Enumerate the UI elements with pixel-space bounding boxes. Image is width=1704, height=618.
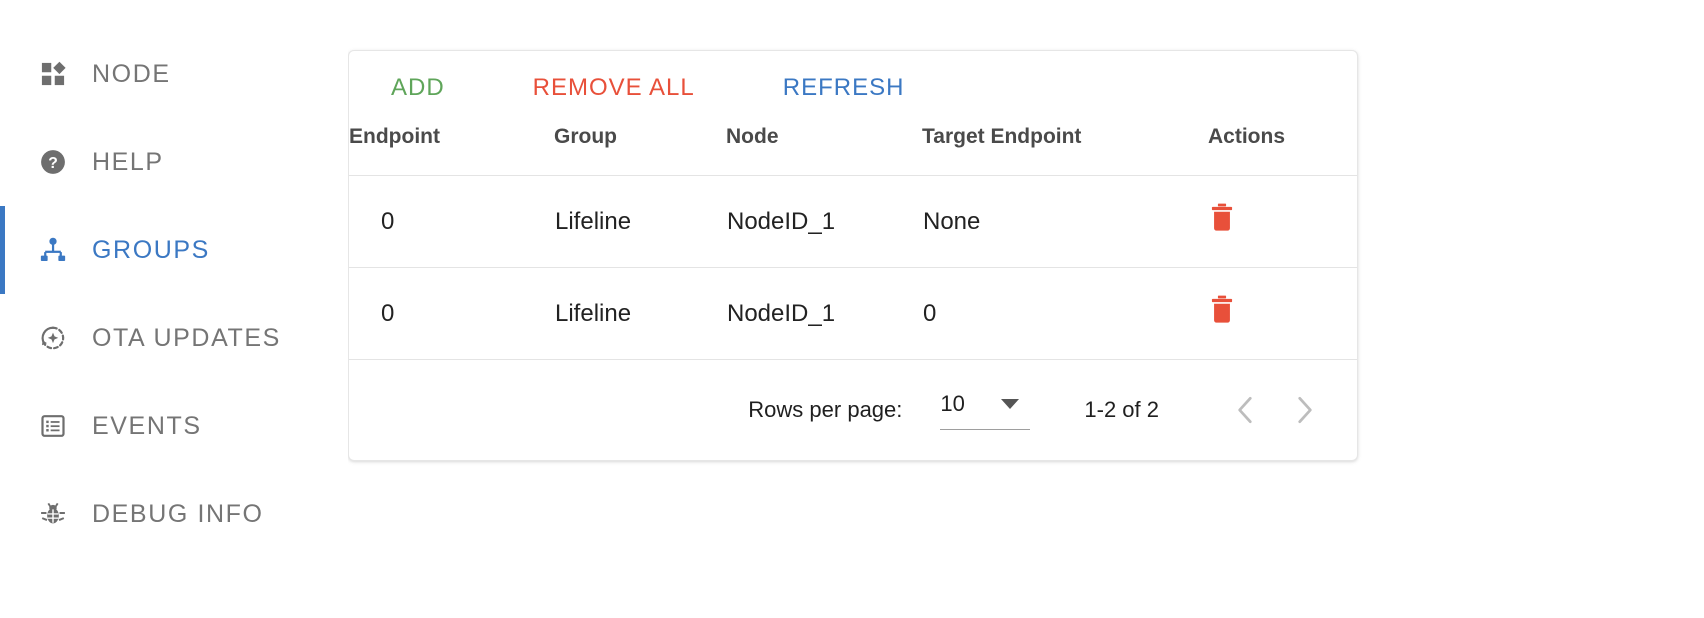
chevron-left-icon <box>1233 396 1259 430</box>
delete-icon <box>1209 295 1235 328</box>
table-paginator: Rows per page: 10 1-2 of 2 <box>349 360 1357 460</box>
table-row[interactable]: 0 Lifeline NodeID_1 None <box>349 175 1357 268</box>
rows-per-page-value: 10 <box>940 390 965 416</box>
previous-page-button[interactable] <box>1217 393 1275 427</box>
cell-target-endpoint: None <box>922 175 1208 268</box>
rows-per-page-select[interactable]: 10 <box>940 390 1031 430</box>
delete-row-button[interactable] <box>1209 295 1235 325</box>
cell-group: Lifeline <box>554 175 726 268</box>
cell-endpoint: 0 <box>349 267 554 360</box>
groups-table-card: ADD REMOVE ALL REFRESH Endpoint Group No… <box>348 50 1358 461</box>
table-head: Endpoint Group Node Target Endpoint Acti… <box>349 125 1357 176</box>
next-page-button[interactable] <box>1275 393 1333 427</box>
sidebar-item-events[interactable]: EVENTS <box>0 382 348 470</box>
cell-node: NodeID_1 <box>726 175 922 268</box>
sidebar-item-label: NODE <box>92 59 171 88</box>
list-alt-icon <box>38 411 68 441</box>
update-icon <box>38 323 68 353</box>
sidebar-item-node[interactable]: NODE <box>0 30 348 118</box>
account-tree-icon <box>38 235 68 265</box>
sidebar-item-ota-updates[interactable]: OTA UPDATES <box>0 294 348 382</box>
rows-per-page-label: Rows per page: <box>748 397 903 422</box>
cell-actions <box>1208 267 1357 360</box>
chevron-down-icon <box>1000 398 1019 409</box>
column-header-group: Group <box>554 125 726 176</box>
sidebar-item-debug-info[interactable]: DEBUG INFO <box>0 470 348 558</box>
sidebar-item-groups[interactable]: GROUPS <box>0 206 348 294</box>
cell-endpoint: 0 <box>349 175 554 268</box>
page-range-label: 1-2 of 2 <box>1084 397 1159 422</box>
refresh-button[interactable]: REFRESH <box>773 68 915 108</box>
sidebar-item-label: DEBUG INFO <box>92 499 264 528</box>
column-header-endpoint: Endpoint <box>349 125 554 176</box>
sidebar-item-label: HELP <box>92 147 164 176</box>
table-row[interactable]: 0 Lifeline NodeID_1 0 <box>349 267 1357 360</box>
help-icon: ? <box>38 147 68 177</box>
delete-row-button[interactable] <box>1209 203 1235 233</box>
sidebar-item-label: EVENTS <box>92 411 202 440</box>
active-indicator-bar <box>0 206 5 294</box>
dashboard-icon <box>38 59 68 89</box>
add-button[interactable]: ADD <box>381 68 455 108</box>
bindings-table: Endpoint Group Node Target Endpoint Acti… <box>349 125 1357 360</box>
column-header-actions: Actions <box>1208 125 1357 176</box>
cell-target-endpoint: 0 <box>922 267 1208 360</box>
cell-group: Lifeline <box>554 267 726 360</box>
bug-icon <box>38 499 68 529</box>
table-toolbar: ADD REMOVE ALL REFRESH <box>349 51 1357 125</box>
sidebar-item-label: GROUPS <box>92 235 210 264</box>
svg-text:?: ? <box>48 155 58 172</box>
cell-node: NodeID_1 <box>726 267 922 360</box>
column-header-node: Node <box>726 125 922 176</box>
remove-all-button[interactable]: REMOVE ALL <box>523 68 705 108</box>
main-content: ADD REMOVE ALL REFRESH Endpoint Group No… <box>348 0 1704 618</box>
table-body: 0 Lifeline NodeID_1 None 0 Lifeline Node… <box>349 175 1357 360</box>
delete-icon <box>1209 203 1235 236</box>
sidebar-item-label: OTA UPDATES <box>92 323 281 352</box>
column-header-target-endpoint: Target Endpoint <box>922 125 1208 176</box>
sidebar-nav: NODE ? HELP GROUPS OTA UPDATES EVENTS DE… <box>0 0 348 618</box>
cell-actions <box>1208 175 1357 268</box>
chevron-right-icon <box>1291 396 1317 430</box>
table-header-row: Endpoint Group Node Target Endpoint Acti… <box>349 125 1357 176</box>
sidebar-item-help[interactable]: ? HELP <box>0 118 348 206</box>
app-root: NODE ? HELP GROUPS OTA UPDATES EVENTS DE… <box>0 0 1704 618</box>
